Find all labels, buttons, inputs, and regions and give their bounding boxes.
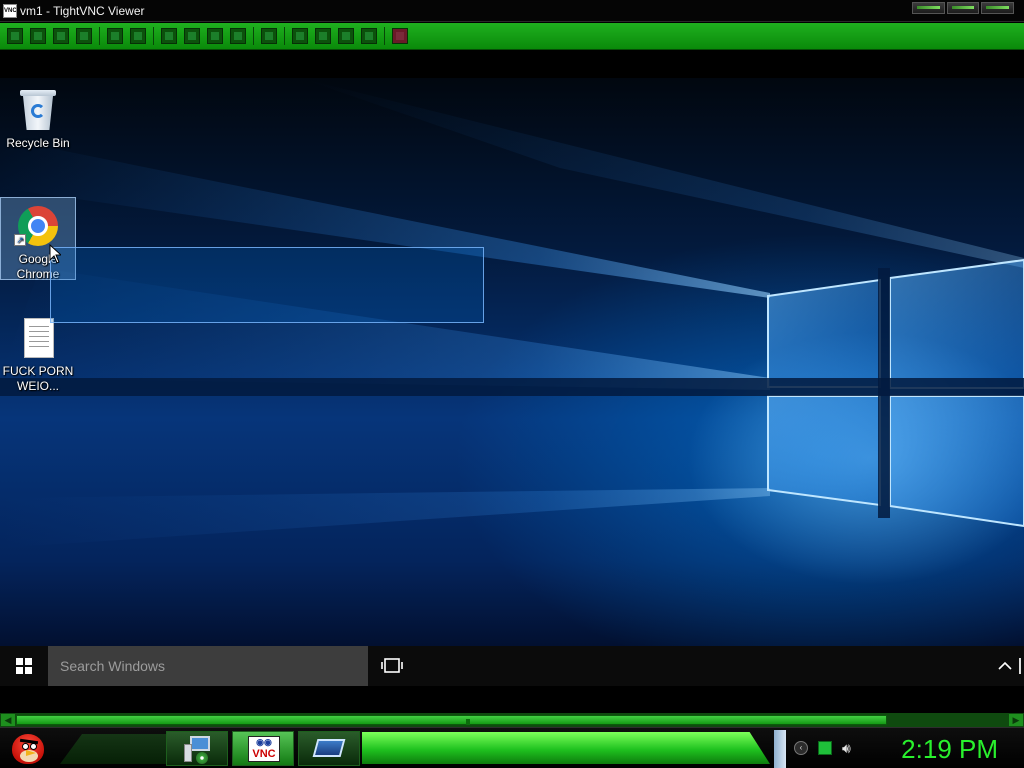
vnc-toolbar xyxy=(0,23,1024,50)
windows-logo-icon xyxy=(16,658,32,674)
remote-screen-bottom xyxy=(0,686,1024,713)
scrollbar-grip xyxy=(466,719,470,725)
taskbar-decoration xyxy=(60,734,170,764)
search-input[interactable] xyxy=(48,646,368,686)
tightvnc-icon-label: VNC xyxy=(252,748,276,760)
network-computer-icon xyxy=(182,736,214,764)
toolbar-separator xyxy=(99,27,100,45)
toolbar-separator xyxy=(284,27,285,45)
notification-area: ‹ 🔊︎ xyxy=(790,728,870,768)
remote-desktop-icon xyxy=(312,739,346,757)
options-icon[interactable] xyxy=(53,28,69,44)
chrome-icon: ↗ xyxy=(14,204,60,248)
close-button[interactable] xyxy=(981,2,1015,14)
chevron-up-icon[interactable] xyxy=(996,658,1014,674)
screen: VNC vm1 - TightVNC Viewer Recycle Bin ↗ … xyxy=(0,0,1024,768)
zoom-100-icon[interactable] xyxy=(338,28,354,44)
maximize-button[interactable] xyxy=(946,2,980,14)
host-taskbar: ◉◉ VNC ‹ 🔊︎ 2:19 PM xyxy=(0,727,1024,768)
new-connection-icon[interactable] xyxy=(7,28,23,44)
search-box[interactable] xyxy=(48,646,368,686)
taskbar-tightvnc[interactable]: ◉◉ VNC xyxy=(232,731,294,766)
recycle-bin-icon xyxy=(20,88,56,132)
refresh-icon[interactable] xyxy=(130,28,146,44)
toolbar-separator xyxy=(153,27,154,45)
show-desktop-edge[interactable] xyxy=(1019,658,1024,674)
desktop-icon-label: Recycle Bin xyxy=(6,136,70,150)
scroll-right-arrow-icon[interactable]: ▶ xyxy=(1009,714,1023,726)
remote-screen-top xyxy=(0,51,1024,78)
transfer-files-icon[interactable] xyxy=(261,28,277,44)
desktop-icon-recycle-bin[interactable]: Recycle Bin xyxy=(0,82,76,156)
wallpaper-light-rays xyxy=(0,78,1024,548)
ctrl-alt-del-icon[interactable] xyxy=(161,28,177,44)
shortcut-arrow-icon: ↗ xyxy=(14,234,26,246)
mouse-cursor-icon xyxy=(49,244,61,264)
tightvnc-icon: ◉◉ VNC xyxy=(248,736,280,762)
volume-icon[interactable]: 🔊︎ xyxy=(842,741,856,755)
drag-selection-rectangle xyxy=(50,247,484,323)
zoom-fit-icon[interactable] xyxy=(361,28,377,44)
vnc-title-bar: VNC vm1 - TightVNC Viewer xyxy=(0,0,1024,22)
toolbar-separator xyxy=(384,27,385,45)
host-start-button[interactable] xyxy=(8,730,48,768)
zoom-in-icon[interactable] xyxy=(292,28,308,44)
window-title: vm1 - TightVNC Viewer xyxy=(20,4,145,18)
send-alt-icon[interactable] xyxy=(207,28,223,44)
save-session-icon[interactable] xyxy=(30,28,46,44)
send-ctrl-icon[interactable] xyxy=(184,28,200,44)
connection-info-icon[interactable] xyxy=(76,28,92,44)
show-hidden-icon[interactable]: ‹ xyxy=(794,741,808,755)
start-button[interactable] xyxy=(0,646,48,686)
fullscreen-icon[interactable] xyxy=(392,28,408,44)
zoom-out-icon[interactable] xyxy=(315,28,331,44)
task-view-icon[interactable] xyxy=(380,656,404,676)
scrollbar-thumb[interactable] xyxy=(16,715,887,725)
pause-icon[interactable] xyxy=(107,28,123,44)
desktop-icon-label: FUCK PORNWEIO... xyxy=(2,364,74,393)
network-icon[interactable] xyxy=(818,741,832,755)
taskbar-network-computer[interactable] xyxy=(166,731,228,766)
clock[interactable]: 2:19 PM xyxy=(872,732,1012,766)
taskbar-glow-band xyxy=(362,732,770,764)
send-win-icon[interactable] xyxy=(230,28,246,44)
scroll-left-arrow-icon[interactable]: ◀ xyxy=(1,714,15,726)
horizontal-scrollbar[interactable]: ◀ ▶ xyxy=(0,713,1024,727)
remote-taskbar xyxy=(0,646,1024,686)
minimize-button[interactable] xyxy=(912,2,945,14)
vnc-app-icon[interactable]: VNC xyxy=(3,4,17,18)
taskbar-remote-desktop[interactable] xyxy=(298,731,360,766)
toolbar-separator xyxy=(253,27,254,45)
remote-desktop[interactable]: Recycle Bin ↗ Google Chrome FUCK PORNWEI… xyxy=(0,78,1024,646)
tightvnc-eye-glyph: ◉◉ xyxy=(256,737,272,747)
taskbar-divider xyxy=(774,730,786,768)
window-controls xyxy=(912,2,1015,14)
